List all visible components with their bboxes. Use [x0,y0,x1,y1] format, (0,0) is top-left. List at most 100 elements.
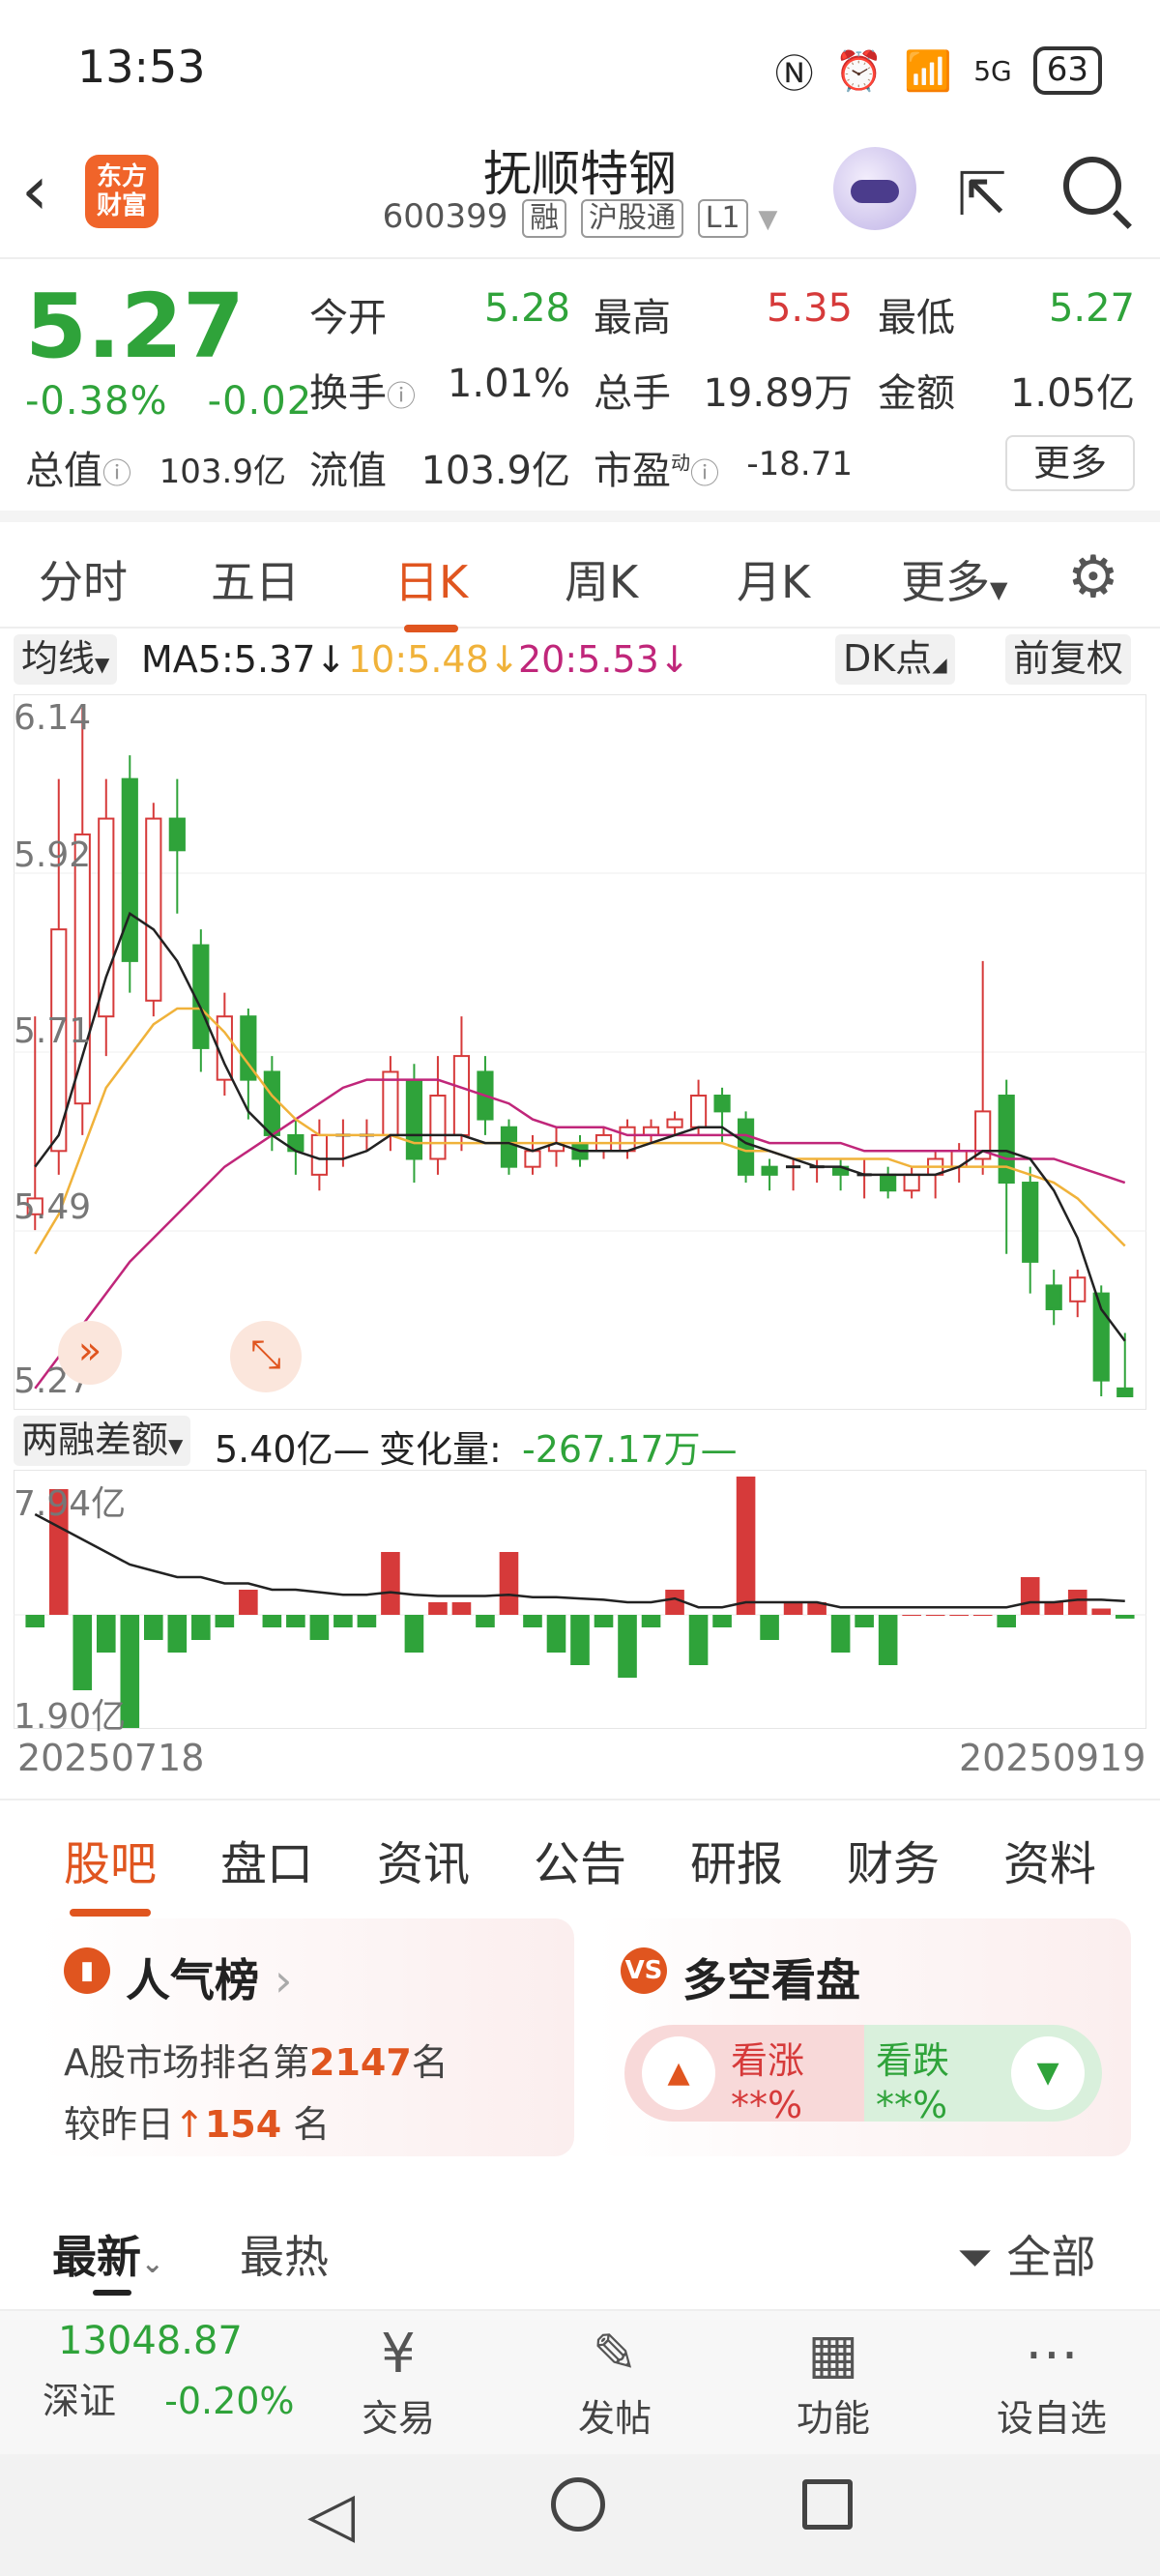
y-tick-label: 7.94亿 [14,1484,127,1524]
popularity-title: 人气榜 › [126,1946,292,2009]
high-cell: 最高 5.35 [594,286,853,342]
index-ticker[interactable]: 13048.87 深证 -0.20% [14,2319,304,2424]
margin-bar [1115,1615,1135,1619]
search-icon[interactable] [1063,157,1121,215]
tab-news[interactable]: 资讯 [377,1826,470,1893]
stock-header: ‹ 东方财富 抚顺特钢 600399 融 沪股通 L1 ▼ ⇱ [0,135,1160,259]
tab-weekly-k[interactable]: 周K [565,547,638,611]
candle-body [524,1150,541,1168]
candle-body [880,1173,897,1192]
dk-point-select[interactable]: DK点◢ [835,634,955,685]
tab-five-day[interactable]: 五日 [211,547,300,611]
candle [619,1119,636,1159]
sort-hot[interactable]: 最热 [240,2222,329,2286]
gear-icon[interactable]: ⚙ [1067,543,1119,611]
status-time: 13:53 [77,41,206,93]
pe-dynamic-mark: 动 [671,451,690,475]
margin-bar [262,1615,282,1627]
caret-down-icon: ▼ [990,576,1008,603]
rank-prefix: A股市场排名第 [64,2041,309,2084]
tab-intraday[interactable]: 分时 [39,547,128,611]
sort-indicator [93,2290,131,2296]
candle [1092,1285,1110,1396]
margin-bar [191,1615,211,1640]
assistant-robot-icon[interactable] [833,147,916,230]
candle-body [903,1173,920,1192]
mktcap-value: 103.9亿 [159,453,286,491]
expand-left-icon[interactable]: » [58,1321,122,1385]
filter-button[interactable]: ⏷ 全部 [957,2222,1095,2286]
share-icon[interactable]: ⇱ [957,159,1007,229]
margin-bar [286,1615,305,1627]
margin-bar [783,1602,803,1615]
fullscreen-icon[interactable]: ⤡ [230,1321,302,1392]
adjust-select[interactable]: 前复权 [1005,634,1132,685]
margin-chart[interactable]: 7.94亿 1.90亿 [14,1470,1146,1737]
margin-change-label: 变化量: [379,1428,502,1471]
info-icon[interactable]: ⓘ [690,457,719,491]
candle-body [666,1118,683,1128]
tab-more[interactable]: 更多▼ [901,547,1007,611]
candle [856,1158,872,1199]
quote-panel: 5.27 -0.38% -0.02 今开 5.28 最高 5.35 最低 5.2… [0,261,1160,522]
margin-bar [451,1602,472,1615]
more-button[interactable]: 更多 [1005,435,1135,491]
margin-svg [14,1470,1146,1729]
sort-latest[interactable]: 最新⌄ [52,2222,163,2286]
margin-bar [972,1615,993,1616]
info-icon[interactable]: ⓘ [387,380,416,414]
margin-bar [167,1615,188,1653]
ma-select[interactable]: 均线▼ [14,634,118,685]
kline-svg [14,694,1146,1410]
index-value: 13048.87 [58,2319,243,2363]
chevron-down-icon[interactable]: ▼ [758,205,777,234]
system-recents-icon[interactable] [802,2479,853,2530]
tab-profile[interactable]: 资料 [1003,1826,1096,1893]
nav-trade[interactable]: ¥ 交易 [331,2321,466,2442]
sort-latest-label: 最新 [52,2231,141,2283]
dk-label: DK点 [843,637,933,680]
margin-bar [239,1590,258,1615]
index-change: -0.20% [164,2380,295,2422]
candle-body [619,1126,636,1153]
caret-down-icon: ◢ [932,653,947,676]
tab-research[interactable]: 研报 [690,1826,783,1893]
arrow-up-icon: ↑ [174,2103,205,2146]
nav-functions[interactable]: ▦ 功能 [766,2321,901,2442]
kline-chart[interactable]: 6.14 5.92 5.71 5.49 5.27 » ⤡ [14,694,1146,1410]
tab-finance[interactable]: 财务 [847,1826,940,1893]
candle [880,1166,897,1199]
margin-bar [570,1615,590,1665]
high-label: 最高 [594,296,671,340]
candle-body [713,1095,731,1113]
yen-exchange-icon: ¥ [381,2323,416,2386]
sort-row: 最新⌄ 最热 ⏷ 全部 [0,2185,1160,2301]
margin-bar [1044,1602,1064,1615]
tab-monthly-k[interactable]: 月K [737,547,810,611]
margin-bar [144,1615,163,1640]
candle [666,1111,683,1135]
end-date: 20250919 [959,1737,1146,1779]
candle [98,778,115,1057]
ma20-label: 20:5.53↓ [518,638,690,681]
info-icon[interactable]: ⓘ [102,457,131,491]
margin-bar [830,1615,851,1653]
popularity-card[interactable]: ▮ 人气榜 › A股市场排名第2147名 较昨日↑154 名 [39,1918,574,2156]
tab-orderbook[interactable]: 盘口 [220,1826,313,1893]
mktcap-label: 总值 [25,449,102,493]
amount-cell: 金额 1.05亿 [878,362,1135,418]
nav-add-watchlist[interactable]: ⋯ 设自选 [984,2321,1119,2442]
system-home-icon[interactable] [551,2477,605,2532]
candle [168,778,186,914]
tab-daily-k[interactable]: 日K [394,547,468,632]
margin-select[interactable]: 两融差额▼ [14,1416,191,1466]
nav-post[interactable]: ✎ 发帖 [547,2321,682,2442]
margin-bar [309,1615,330,1640]
pe-cell: 市盈动ⓘ -18.71 [594,439,853,495]
margin-bar [760,1615,779,1640]
system-back-icon[interactable]: ◁ [307,2479,355,2551]
tab-forum[interactable]: 股吧 [64,1826,157,1917]
tab-announcements[interactable]: 公告 [534,1826,626,1893]
margin-bar [357,1615,377,1627]
candle-body [1045,1284,1062,1310]
